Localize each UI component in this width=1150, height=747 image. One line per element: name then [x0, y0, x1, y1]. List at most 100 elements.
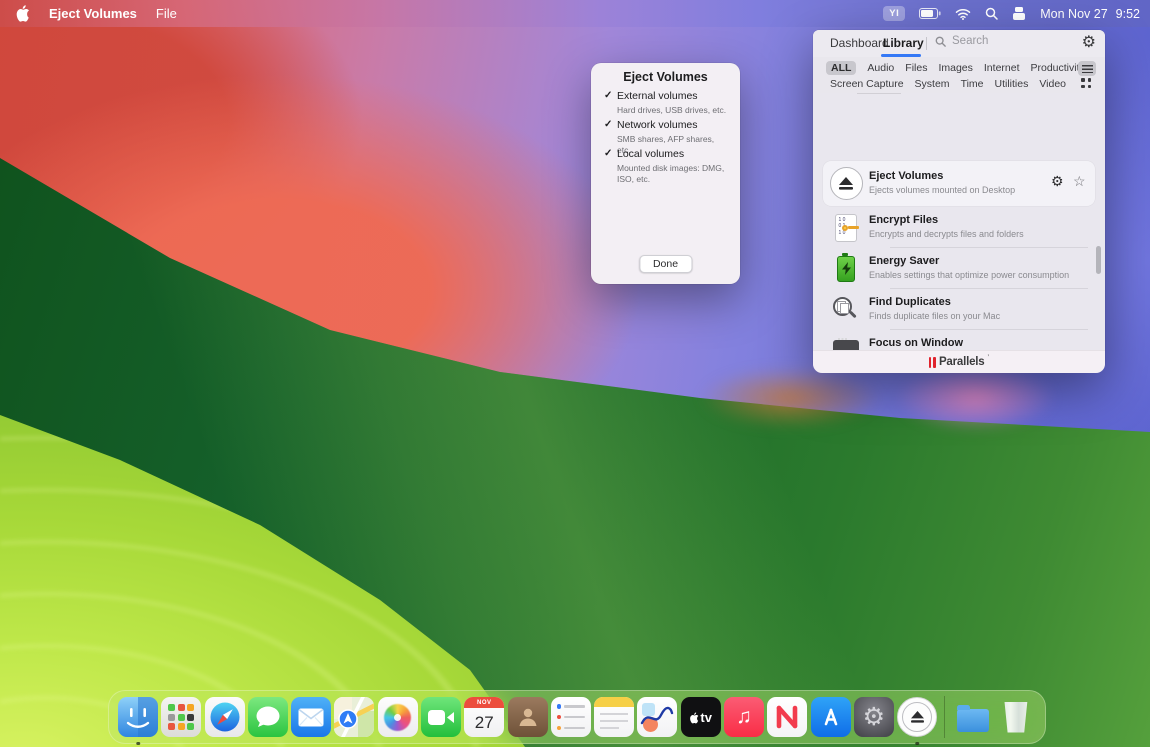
parallels-logo-bars-icon [928, 356, 936, 368]
dock-finder-icon[interactable] [118, 697, 158, 745]
tool-title: Energy Saver [869, 255, 940, 267]
dock-mail-icon[interactable] [291, 697, 332, 737]
window-icon [829, 334, 863, 350]
tool-description: Ejects volumes mounted on Desktop [869, 185, 1016, 195]
panel-settings-gear-icon[interactable]: ⚙ [1082, 33, 1096, 53]
battery-icon[interactable] [919, 8, 941, 19]
category-video[interactable]: Video [1039, 78, 1066, 90]
parallels-brand: Parallels [938, 356, 985, 368]
dock-app-store-icon[interactable] [810, 697, 851, 737]
option-description: Hard drives, USB drives, etc. [617, 105, 727, 115]
magnifier-documents-icon [829, 293, 863, 327]
dock-facetime-icon[interactable] [420, 697, 461, 737]
checkmark-icon[interactable] [604, 90, 612, 101]
tool-title: Encrypt Files [869, 214, 939, 226]
dock-system-settings-icon[interactable]: ⚙ [853, 697, 894, 737]
tool-description: Enables settings that optimize power con… [869, 270, 1070, 280]
menu-bar: Eject Volumes File YI Mon Nov 27 9:52 [0, 0, 1150, 27]
parallels-toolbox-panel: Dashboard Library ⚙ ALL Audio Files Imag… [813, 30, 1105, 373]
option-external-volumes[interactable]: External volumes Hard drives, USB drives… [604, 90, 728, 116]
list-view-toggle-icon[interactable] [1078, 61, 1096, 76]
dock-reminders-icon[interactable] [550, 697, 591, 737]
dock-maps-icon[interactable] [334, 697, 375, 737]
tool-title: Find Duplicates [869, 296, 951, 308]
tab-library[interactable]: Library [883, 30, 924, 56]
category-productivity[interactable]: Productivity [1031, 62, 1085, 74]
header-divider [926, 37, 927, 50]
wifi-icon[interactable] [955, 8, 971, 20]
dock-contacts-icon[interactable] [507, 697, 548, 737]
search-icon [935, 36, 946, 47]
dock-separator [944, 696, 946, 738]
tool-row-find-duplicates[interactable]: Find Duplicates Finds duplicate files on… [823, 289, 1095, 330]
tool-settings-gear-icon[interactable]: ⚙ [1051, 173, 1064, 190]
dock-music-icon[interactable]: ♫ [723, 697, 764, 737]
category-utilities[interactable]: Utilities [995, 78, 1029, 90]
search-input[interactable] [950, 34, 1064, 48]
desktop-wallpaper: Eject Volumes File YI Mon Nov 27 9:52 Ej… [0, 0, 1150, 747]
category-images[interactable]: Images [938, 62, 972, 74]
category-internet[interactable]: Internet [984, 62, 1020, 74]
category-system[interactable]: System [915, 78, 950, 90]
tab-dashboard[interactable]: Dashboard [830, 30, 889, 56]
dock-notes-icon[interactable] [594, 697, 635, 737]
parallels-toolbox-menu-icon[interactable] [1012, 7, 1026, 20]
dock-launchpad-icon[interactable] [161, 697, 202, 737]
category-time[interactable]: Time [961, 78, 984, 90]
dock-news-icon[interactable] [767, 697, 808, 737]
favorite-star-outline-icon[interactable]: ☆ [1073, 173, 1086, 190]
folder-icon [956, 704, 989, 732]
calendar-month: NOV [464, 697, 505, 708]
category-all[interactable]: ALL [826, 61, 857, 75]
menubar-time: 9:52 [1115, 6, 1140, 21]
dock-apple-tv-icon[interactable]: tv [680, 697, 721, 737]
done-button[interactable]: Done [638, 255, 693, 273]
panel-header: Dashboard Library ⚙ [813, 30, 1105, 58]
tool-description: Finds duplicate files on your Mac [869, 311, 1001, 321]
apple-tv-label: tv [700, 709, 712, 725]
menubar-clock[interactable]: Mon Nov 27 9:52 [1040, 7, 1140, 21]
tool-title: Focus on Window [869, 337, 963, 349]
eject-icon [829, 167, 863, 201]
input-source-badge[interactable]: YI [883, 6, 906, 21]
tools-list: Eject Volumes Ejects volumes mounted on … [813, 93, 1105, 350]
dock-messages-icon[interactable] [247, 697, 288, 737]
scrolled-row-remnant [857, 93, 901, 94]
dock-freeform-icon[interactable] [637, 697, 678, 737]
checkmark-icon[interactable] [604, 148, 612, 159]
calendar-day: 27 [474, 712, 494, 732]
encrypted-document-key-icon [829, 211, 863, 245]
option-label: Local volumes [617, 148, 685, 160]
running-indicator [136, 741, 140, 745]
running-indicator [915, 741, 919, 745]
panel-scrollbar[interactable] [1096, 246, 1101, 274]
parallels-trademark: ʼ [987, 354, 990, 362]
category-files[interactable]: Files [905, 62, 927, 74]
dock-downloads-folder-icon[interactable] [953, 697, 993, 737]
tool-row-eject-volumes[interactable]: Eject Volumes Ejects volumes mounted on … [823, 161, 1095, 206]
battery-bolt-icon [829, 252, 863, 286]
spotlight-search-icon[interactable] [985, 7, 998, 20]
tool-row-encrypt-files[interactable]: Encrypt Files Encrypts and decrypts file… [823, 207, 1095, 248]
tool-description: Encrypts and decrypts files and folders [869, 229, 1024, 239]
option-local-volumes[interactable]: Local volumes Mounted disk images: DMG, … [604, 148, 728, 184]
category-filter-bar: ALL Audio Files Images Internet Producti… [813, 57, 1105, 94]
tool-row-focus-on-window[interactable]: Focus on Window Dims all windows except … [823, 330, 1095, 350]
dock-safari-icon[interactable] [204, 697, 245, 737]
category-screen-capture[interactable]: Screen Capture [830, 78, 904, 90]
menubar-app-name[interactable]: Eject Volumes [49, 6, 137, 21]
grid-view-toggle-icon[interactable] [1081, 78, 1093, 90]
panel-footer: Parallels ʼ [813, 350, 1105, 373]
apple-menu-icon[interactable] [15, 5, 30, 22]
checkmark-icon[interactable] [604, 119, 612, 130]
dock-calendar-icon[interactable]: NOV 27 [464, 697, 505, 737]
trash-bin-icon [1004, 701, 1028, 733]
eject-volumes-dialog: Eject Volumes External volumes Hard driv… [591, 63, 740, 284]
category-audio[interactable]: Audio [867, 62, 894, 74]
dock-eject-volumes-icon[interactable] [897, 697, 938, 745]
dock-trash-icon[interactable] [996, 697, 1036, 737]
menubar-menu-file[interactable]: File [156, 6, 177, 21]
tool-row-energy-saver[interactable]: Energy Saver Enables settings that optim… [823, 248, 1095, 289]
dock-photos-icon[interactable] [377, 697, 418, 737]
menubar-date: Mon Nov 27 [1040, 6, 1108, 21]
